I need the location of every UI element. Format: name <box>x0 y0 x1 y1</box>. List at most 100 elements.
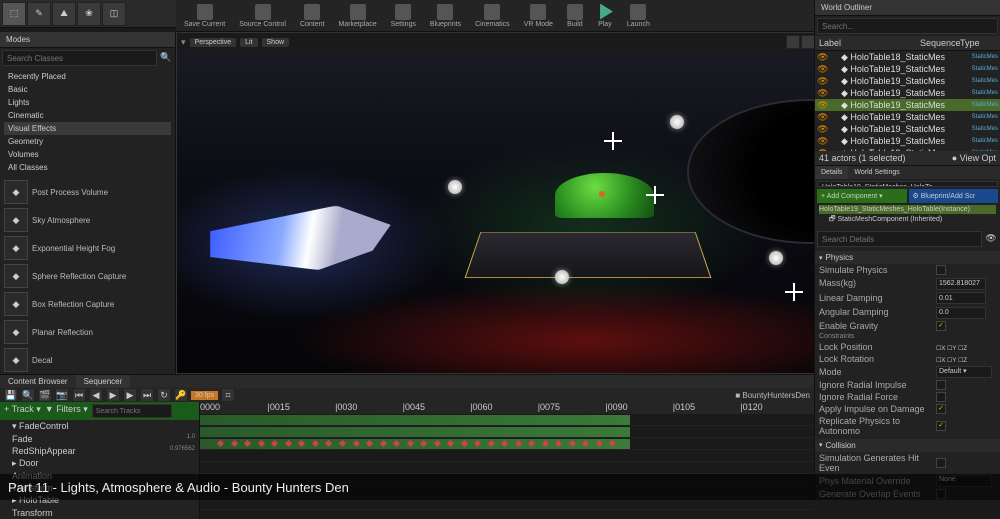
track-row[interactable]: Transform <box>0 507 199 519</box>
fps-display[interactable]: 30 fps <box>191 391 218 400</box>
save-current-button[interactable]: Save Current <box>180 3 229 29</box>
timeline-row[interactable] <box>200 426 814 438</box>
settings-button[interactable]: Settings <box>387 3 420 29</box>
camera-icon[interactable]: 📷 <box>55 388 69 402</box>
asset-planar-reflection[interactable]: ◆Planar Reflection <box>2 318 173 346</box>
category-all-classes[interactable]: All Classes <box>4 161 171 174</box>
category-recently-placed[interactable]: Recently Placed <box>4 70 171 83</box>
sequencer-tab[interactable]: Sequencer <box>76 375 131 388</box>
mode-geometry-icon[interactable]: ◫ <box>102 2 126 26</box>
checkbox[interactable] <box>936 321 946 331</box>
snap-icon[interactable]: ⌗ <box>221 388 235 402</box>
timeline-row[interactable] <box>200 438 814 450</box>
actor-breadcrumb[interactable]: HoloTable19_StaticMeshes_HoloTa <box>817 181 998 187</box>
add-component-button[interactable]: + Add Component ▾ <box>817 189 907 203</box>
track-row[interactable]: RedShipAppear0.976562 <box>0 445 199 457</box>
checkbox[interactable] <box>936 421 946 431</box>
source-control-button[interactable]: Source Control <box>235 3 290 29</box>
asset-box-reflection-capture[interactable]: ◆Box Reflection Capture <box>2 290 173 318</box>
vr-mode-button[interactable]: VR Mode <box>520 3 557 29</box>
checkbox[interactable] <box>936 380 946 390</box>
key-icon[interactable]: 🔑 <box>174 388 188 402</box>
outliner-row[interactable]: 👁◆ HoloTable19_StaticMesStaticMes <box>815 63 1000 75</box>
outliner-row[interactable]: 👁◆ HoloTable19_StaticMesStaticMes <box>815 99 1000 111</box>
mode-foliage-icon[interactable]: ❀ <box>77 2 101 26</box>
modes-tab[interactable]: Modes <box>0 32 175 48</box>
lit-button[interactable]: Lit <box>240 38 257 47</box>
step-fwd-icon[interactable]: ▶ <box>123 388 137 402</box>
asset-exponential-height-fog[interactable]: ◆Exponential Height Fog <box>2 234 173 262</box>
filters-button[interactable]: ▼ Filters ▾ <box>45 404 88 418</box>
add-track-button[interactable]: + Track ▾ <box>4 404 41 418</box>
play-button[interactable]: Play <box>593 3 617 29</box>
category-geometry[interactable]: Geometry <box>4 135 171 148</box>
outliner-tab[interactable]: World Outliner <box>815 0 1000 16</box>
play-seq-icon[interactable]: ▶ <box>106 388 120 402</box>
track-row[interactable]: ▾ FadeControl <box>0 420 199 433</box>
details-tab[interactable]: Details <box>815 166 848 179</box>
outliner-row[interactable]: 👁◆ HoloTable19_StaticMesStaticMes <box>815 123 1000 135</box>
checkbox[interactable] <box>936 392 946 402</box>
value-input[interactable] <box>936 278 986 290</box>
dropdown[interactable]: Default ▾ <box>936 366 992 378</box>
world-settings-tab[interactable]: World Settings <box>848 166 905 179</box>
timeline-row[interactable] <box>200 414 814 426</box>
static-mesh-component-row[interactable]: 🗗 StaticMeshComponent (Inherited) <box>819 214 996 227</box>
blueprints-button[interactable]: Blueprints <box>426 3 465 29</box>
category-visual-effects[interactable]: Visual Effects <box>4 122 171 135</box>
outliner-row[interactable]: 👁◆ HoloTable19_StaticMesStaticMes <box>815 75 1000 87</box>
step-back-icon[interactable]: ◀ <box>89 388 103 402</box>
timeline-row[interactable] <box>200 450 814 462</box>
category-cinematic[interactable]: Cinematic <box>4 109 171 122</box>
details-search-input[interactable] <box>817 231 982 247</box>
perspective-button[interactable]: Perspective <box>190 38 237 47</box>
collision-section[interactable]: Collision <box>815 439 1000 452</box>
launch-button[interactable]: Launch <box>623 3 654 29</box>
asset-sky-atmosphere[interactable]: ◆Sky Atmosphere <box>2 206 173 234</box>
content-button[interactable]: Content <box>296 3 329 29</box>
timeline-row[interactable] <box>200 462 814 474</box>
find-icon[interactable]: 🔍 <box>21 388 35 402</box>
actor-root-row[interactable]: HoloTable19_StaticMeshes_HoloTable(Insta… <box>819 205 996 214</box>
search-tracks-input[interactable] <box>92 404 172 418</box>
track-row[interactable]: Fade1.0 <box>0 433 199 445</box>
save-icon[interactable]: 💾 <box>4 388 18 402</box>
render-icon[interactable]: 🎬 <box>38 388 52 402</box>
asset-sphere-reflection-capture[interactable]: ◆Sphere Reflection Capture <box>2 262 173 290</box>
value-input[interactable] <box>936 292 986 304</box>
category-basic[interactable]: Basic <box>4 83 171 96</box>
outliner-row[interactable]: 👁◆ HoloTable19_StaticMesStaticMes <box>815 135 1000 147</box>
outliner-row[interactable]: 👁◆ HoloTable19_StaticMesStaticMes <box>815 87 1000 99</box>
search-icon[interactable]: 🔍 <box>159 50 173 64</box>
asset-decal[interactable]: ◆Decal <box>2 346 173 374</box>
eye-icon[interactable]: 👁 <box>984 231 998 245</box>
outliner-row[interactable]: 👁◆ HoloTable18_StaticMesStaticMes <box>815 51 1000 63</box>
checkbox[interactable] <box>936 404 946 414</box>
outliner-row[interactable]: 👁◆ HoloTable19_StaticMesStaticMes <box>815 111 1000 123</box>
sequence-name[interactable]: ■ BountyHuntersDen <box>735 391 810 400</box>
mode-paint-icon[interactable]: ✎ <box>27 2 51 26</box>
blueprint-button[interactable]: ⚙ Blueprint/Add Scr <box>909 189 999 203</box>
search-classes-input[interactable] <box>2 50 157 66</box>
asset-post-process-volume[interactable]: ◆Post Process Volume <box>2 178 173 206</box>
viewport-tool-icon[interactable] <box>786 35 800 49</box>
mode-landscape-icon[interactable]: ⛰ <box>52 2 76 26</box>
show-button[interactable]: Show <box>262 38 290 47</box>
value-input[interactable] <box>936 307 986 319</box>
category-lights[interactable]: Lights <box>4 96 171 109</box>
content-browser-tab[interactable]: Content Browser <box>0 375 76 388</box>
checkbox[interactable] <box>936 458 946 468</box>
cinematics-button[interactable]: Cinematics <box>471 3 514 29</box>
mode-place-icon[interactable]: ⬚ <box>2 2 26 26</box>
prev-icon[interactable]: ⏮ <box>72 388 86 402</box>
view-options-button[interactable]: ● View Opt <box>952 153 996 163</box>
build-button[interactable]: Build <box>563 3 587 29</box>
viewport-tool-icon[interactable] <box>801 35 815 49</box>
checkbox[interactable] <box>936 265 946 275</box>
loop-icon[interactable]: ↻ <box>157 388 171 402</box>
category-volumes[interactable]: Volumes <box>4 148 171 161</box>
outliner-search-input[interactable] <box>817 18 998 34</box>
track-row[interactable]: ▸ Door <box>0 457 199 470</box>
next-icon[interactable]: ⏭ <box>140 388 154 402</box>
physics-section[interactable]: Physics <box>815 251 1000 264</box>
